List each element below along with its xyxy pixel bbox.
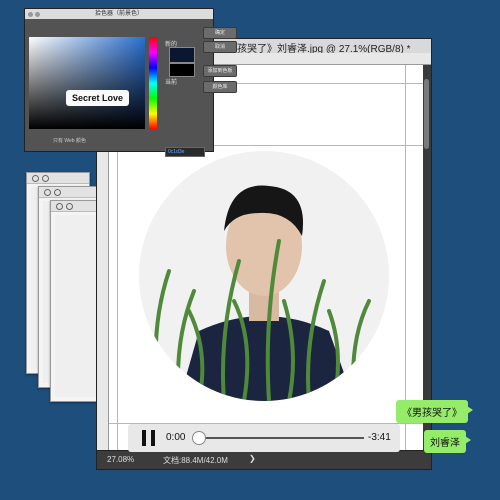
portrait-illustration [153,185,371,401]
hex-input[interactable]: 0c1d3e [165,147,205,157]
circular-portrait-photo [139,151,389,401]
minimize-icon[interactable] [35,12,40,17]
new-color-swatch [169,47,195,63]
color-picker-dialog[interactable]: 拾色器（前景色） 新的 当前 确定 取消 添加到色板 颜色库 只有 Web 颜色… [24,8,237,157]
progress-knob[interactable] [192,431,206,445]
color-library-button[interactable]: 颜色库 [203,81,237,93]
minimize-icon[interactable] [54,189,61,196]
vertical-scrollbar[interactable] [424,79,429,149]
pause-icon[interactable] [142,430,156,446]
zoom-level[interactable]: 27.08% [107,455,134,464]
minimize-icon[interactable] [66,203,73,210]
document-size: 文档:88.4M/42.0M [163,456,228,465]
current-color-label: 当前 [165,80,178,86]
thumbnail-titlebar[interactable] [27,173,89,184]
current-color-swatch[interactable] [169,63,195,77]
ok-button[interactable]: 确定 [203,27,237,39]
current-time: 0:00 [166,432,186,443]
close-icon[interactable] [32,175,39,182]
status-bar: 27.08% 文档:88.4M/42.0M ❯ [97,450,431,469]
close-icon[interactable] [28,12,33,17]
audio-player[interactable]: 0:00 -3:41 [128,424,400,452]
color-name-tooltip: Secret Love [66,90,130,106]
hue-slider[interactable] [149,37,157,129]
minimize-icon[interactable] [42,175,49,182]
chat-bubble-song[interactable]: 《男孩哭了》 [396,400,473,423]
add-to-swatches-button[interactable]: 添加到色板 [203,65,237,77]
thumbnail-titlebar[interactable] [39,187,101,198]
saturation-brightness-field[interactable] [29,37,145,129]
remaining-time: -3:41 [368,432,391,443]
close-icon[interactable] [56,203,63,210]
color-picker-title: 拾色器（前景色） [25,9,213,19]
cancel-button[interactable]: 取消 [203,41,237,53]
web-colors-only-checkbox[interactable]: 只有 Web 颜色 [53,137,86,144]
chat-bubble-artist[interactable]: 刘睿泽 [424,430,471,453]
close-icon[interactable] [44,189,51,196]
progress-track[interactable] [198,437,364,439]
status-menu-arrow-icon[interactable]: ❯ [249,454,256,463]
